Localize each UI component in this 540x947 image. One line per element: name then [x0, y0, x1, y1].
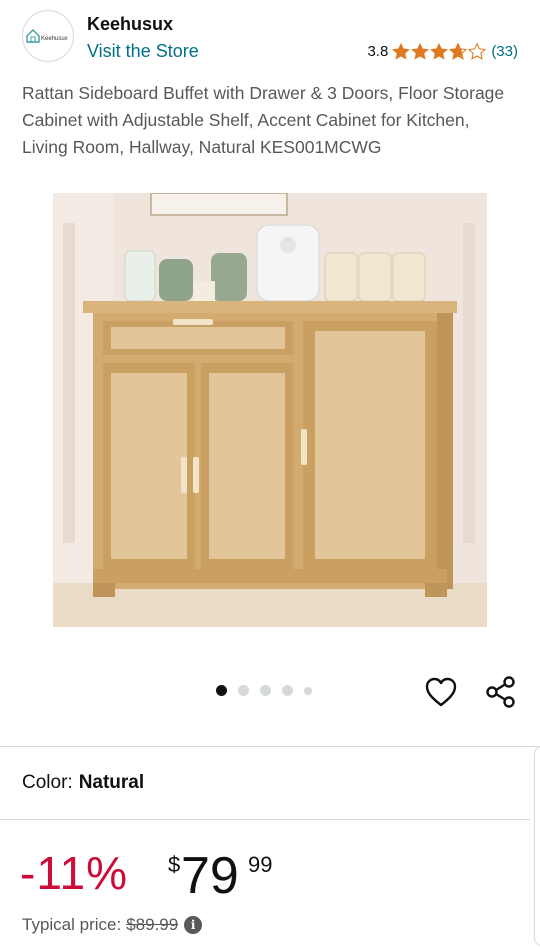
- brand-header: Keehusux Keehusux Visit the Store 3.8 (3…: [0, 0, 540, 72]
- star-full-icon: [392, 43, 411, 60]
- rating-summary[interactable]: 3.8 (33): [367, 43, 518, 60]
- rating-value: 3.8: [367, 43, 389, 60]
- typical-price: Typical price: $89.99 i: [22, 915, 203, 935]
- typical-price-label: Typical price:: [22, 915, 122, 934]
- carousel-dot[interactable]: [282, 685, 293, 696]
- color-selection[interactable]: Color: Natural: [22, 772, 144, 794]
- product-image[interactable]: [53, 193, 487, 627]
- carousel-dot[interactable]: [238, 685, 249, 696]
- svg-text:Keehusux: Keehusux: [41, 36, 68, 42]
- product-title: Rattan Sideboard Buffet with Drawer & 3 …: [22, 83, 505, 157]
- star-full-icon: [411, 43, 430, 60]
- share-button[interactable]: [484, 675, 518, 709]
- share-icon: [486, 676, 515, 708]
- price-currency-symbol: $: [168, 852, 181, 877]
- info-icon[interactable]: i: [184, 916, 203, 934]
- typical-price-value: $89.99: [126, 915, 179, 934]
- color-value: Natural: [78, 772, 145, 793]
- price-fraction: 99: [248, 852, 273, 877]
- rating-count: (33): [491, 43, 518, 60]
- star-partial-icon: [449, 43, 468, 60]
- price-whole: 79: [181, 847, 239, 905]
- rating-stars: [392, 43, 487, 60]
- brand-logo[interactable]: Keehusux: [22, 10, 74, 62]
- section-divider: [0, 819, 530, 820]
- heart-icon: [425, 677, 457, 707]
- visit-store-link[interactable]: Visit the Store: [87, 41, 199, 62]
- side-panel-edge: [534, 746, 540, 946]
- carousel-dot[interactable]: [216, 685, 227, 696]
- section-divider: [0, 746, 540, 747]
- wishlist-button[interactable]: [424, 676, 458, 708]
- color-label: Color:: [22, 772, 73, 793]
- carousel-dot[interactable]: [304, 686, 312, 695]
- star-full-icon: [430, 43, 449, 60]
- brand-name[interactable]: Keehusux: [87, 14, 173, 35]
- house-logo-icon: Keehusux: [26, 29, 68, 43]
- discount-percentage: -11%: [20, 847, 128, 899]
- star-empty-icon: [468, 43, 487, 60]
- carousel-dot[interactable]: [260, 685, 271, 696]
- image-carousel-dots[interactable]: [216, 685, 323, 696]
